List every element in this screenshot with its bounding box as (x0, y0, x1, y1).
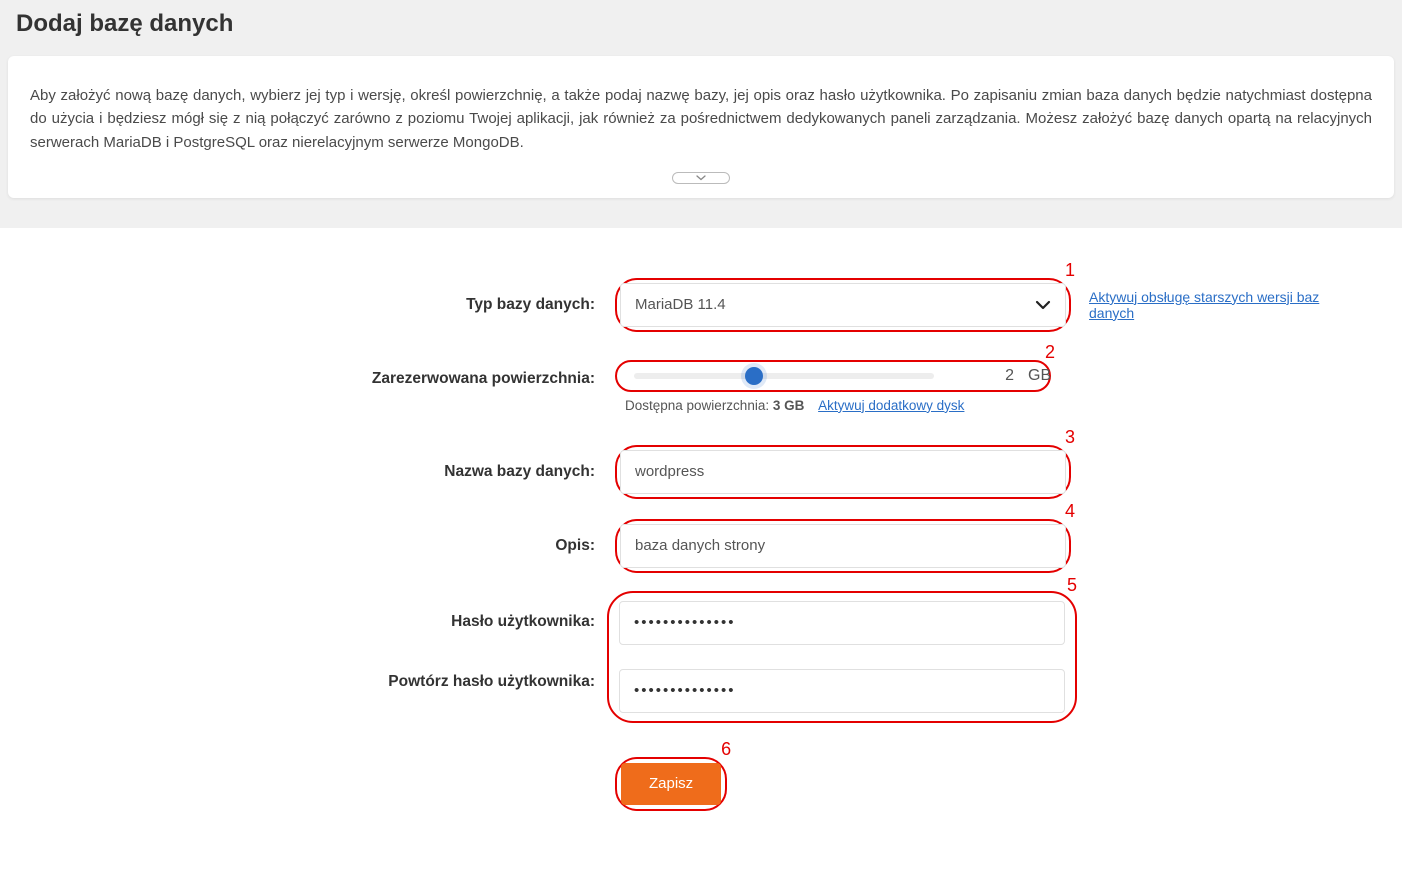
label-description: Opis: (40, 537, 615, 555)
password-input[interactable] (619, 601, 1065, 645)
password-outline-group: 5 (615, 597, 1069, 717)
expand-toggle-wrap (30, 172, 1372, 184)
space-slider-box (620, 365, 948, 387)
annotation-number-2: 2 (1045, 342, 1055, 363)
annotation-outline-3: 3 (615, 445, 1071, 499)
page-header: Dodaj bazę danych (0, 0, 1402, 56)
expand-button[interactable] (672, 172, 730, 184)
annotation-number-6: 6 (721, 739, 731, 760)
space-group: 2 GB Dostępna powierzchnia: 3 GB Aktywuj… (615, 360, 1051, 431)
space-subtext: Dostępna powierzchnia: 3 GB Aktywuj doda… (615, 392, 1051, 431)
label-password: Hasło użytkownika: (40, 597, 615, 631)
annotation-outline-6: 6 Zapisz (615, 757, 727, 811)
annotation-number-1: 1 (1065, 260, 1075, 281)
label-db-type: Typ bazy danych: (40, 296, 615, 314)
info-text: Aby założyć nową bazę danych, wybierz je… (30, 84, 1372, 154)
legacy-db-link[interactable]: Aktywuj obsługę starszych wersji baz dan… (1089, 289, 1362, 321)
annotation-number-3: 3 (1065, 427, 1075, 448)
row-description: Opis: 4 (40, 519, 1362, 573)
annotation-outline-1: 1 MariaDB 11.4 (615, 278, 1071, 332)
db-type-select[interactable]: MariaDB 11.4 (620, 283, 1066, 327)
db-type-field-wrap: 1 MariaDB 11.4 Aktywuj obsługę starszych… (615, 278, 1362, 332)
annotation-number-4: 4 (1065, 501, 1075, 522)
password-repeat-input[interactable] (619, 669, 1065, 713)
form-area: Typ bazy danych: 1 MariaDB 11.4 Aktywuj … (0, 228, 1402, 871)
annotation-outline-2: 2 GB (615, 360, 1051, 392)
available-value: 3 GB (773, 398, 805, 413)
row-submit: 6 Zapisz (40, 757, 1362, 811)
description-input[interactable] (620, 524, 1066, 568)
chevron-down-icon (696, 175, 706, 181)
label-password-repeat: Powtórz hasło użytkownika: (40, 657, 615, 691)
db-name-input[interactable] (620, 450, 1066, 494)
space-unit: GB (1028, 367, 1057, 385)
row-db-name: Nazwa bazy danych: 3 (40, 445, 1362, 499)
annotation-outline-4: 4 (615, 519, 1071, 573)
row-space: Zarezerwowana powierzchnia: 2 GB Dostępn… (40, 360, 1362, 431)
label-db-name: Nazwa bazy danych: (40, 463, 615, 481)
save-button[interactable]: Zapisz (621, 763, 721, 805)
annotation-number-5: 5 (1067, 575, 1077, 596)
db-type-value: MariaDB 11.4 (635, 296, 726, 313)
space-slider-thumb[interactable] (745, 367, 763, 385)
page-title: Dodaj bazę danych (16, 10, 1386, 38)
row-db-type: Typ bazy danych: 1 MariaDB 11.4 Aktywuj … (40, 278, 1362, 332)
info-card: Aby założyć nową bazę danych, wybierz je… (8, 56, 1394, 198)
chevron-down-icon (1035, 300, 1051, 310)
row-passwords: Hasło użytkownika: Powtórz hasło użytkow… (40, 597, 1362, 717)
available-label: Dostępna powierzchnia: (625, 398, 773, 413)
label-space: Zarezerwowana powierzchnia: (40, 360, 615, 388)
extra-disk-link[interactable]: Aktywuj dodatkowy dysk (818, 398, 964, 413)
space-slider-holder: GB (620, 365, 1046, 387)
space-value-input[interactable] (962, 367, 1014, 385)
space-slider-track[interactable] (634, 373, 934, 379)
